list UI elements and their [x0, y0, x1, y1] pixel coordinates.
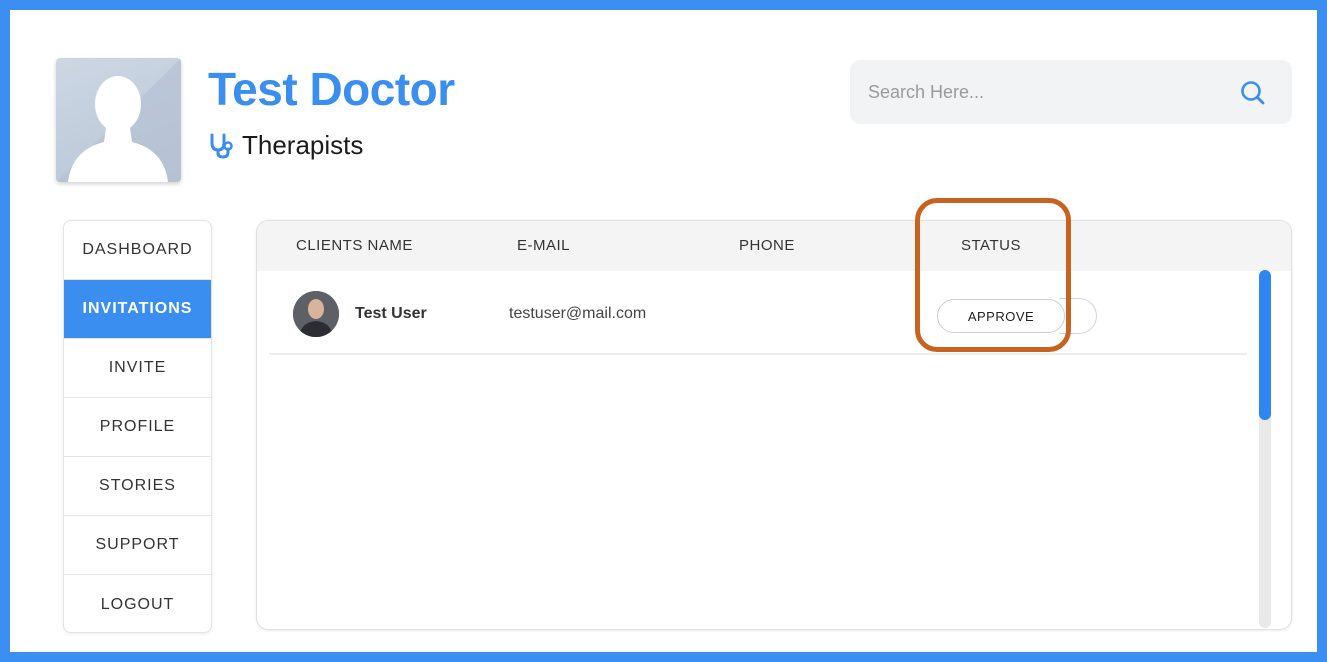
- invitations-table: CLIENTS NAME E-MAIL PHONE STATUS Test Us…: [256, 220, 1292, 630]
- sidebar-item-support[interactable]: SUPPORT: [64, 516, 211, 575]
- sidebar-item-stories[interactable]: STORIES: [64, 457, 211, 516]
- search-box: [850, 60, 1292, 124]
- user-photo-icon: [293, 291, 339, 337]
- doctor-name: Test Doctor: [208, 63, 455, 115]
- column-header-phone: PHONE: [739, 237, 795, 254]
- role-row: Therapists: [208, 130, 363, 161]
- sidebar-item-invite[interactable]: INVITE: [64, 339, 211, 398]
- column-header-clients-name: CLIENTS NAME: [296, 237, 413, 254]
- search-icon[interactable]: [1238, 78, 1268, 108]
- column-header-email: E-MAIL: [517, 237, 571, 254]
- sidebar-item-profile[interactable]: PROFILE: [64, 398, 211, 457]
- sidebar-item-logout[interactable]: LOGOUT: [64, 575, 211, 632]
- sidebar-item-dashboard[interactable]: DASHBOARD: [64, 221, 211, 280]
- table-row: Test User testuser@mail.com APPROVE: [269, 271, 1247, 355]
- search-input[interactable]: [868, 60, 1228, 124]
- role-label: Therapists: [242, 130, 364, 160]
- stethoscope-icon: [210, 133, 233, 159]
- profile-avatar: [56, 58, 181, 182]
- sidebar-nav: DASHBOARD INVITATIONS INVITE PROFILE STO…: [63, 220, 212, 633]
- scrollbar-thumb[interactable]: [1259, 270, 1271, 420]
- client-email: testuser@mail.com: [509, 305, 647, 322]
- client-name: Test User: [355, 305, 427, 322]
- person-silhouette-icon: [56, 58, 181, 182]
- sidebar-item-invitations[interactable]: INVITATIONS: [64, 280, 211, 339]
- client-avatar: [293, 291, 339, 337]
- status-highlight-box: [915, 198, 1071, 352]
- table-header: CLIENTS NAME E-MAIL PHONE STATUS: [257, 221, 1291, 271]
